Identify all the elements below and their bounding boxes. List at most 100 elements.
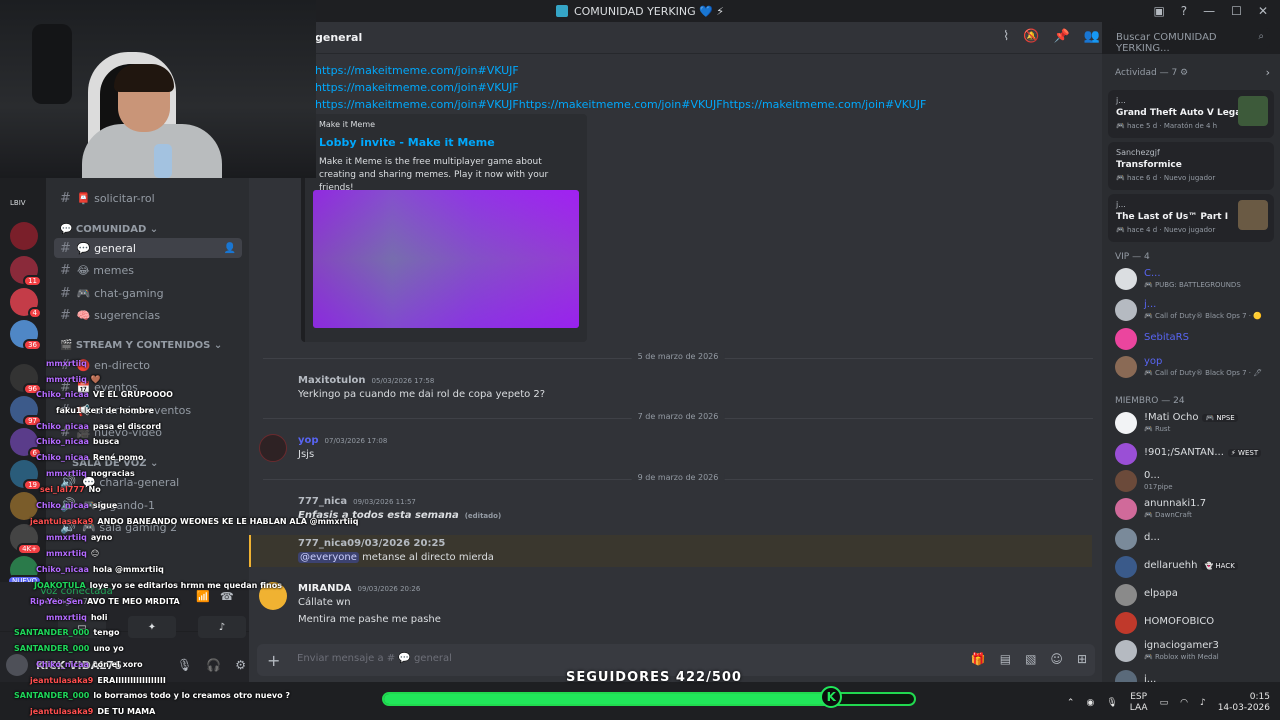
member-row[interactable]: anunnaki1.7 🎮 DawnCraft [1112, 496, 1278, 522]
message-author[interactable]: yop 07/03/2026 17:08 [298, 435, 387, 446]
category-stream[interactable]: 🎬 STREAM Y CONTENIDOS ⌄ [60, 340, 222, 351]
volume-icon[interactable]: ♪ [1200, 698, 1206, 708]
inbox-icon[interactable]: ▣ [1153, 4, 1164, 18]
member-row[interactable]: ignaciogamer3 🎮 Roblox with Medal [1112, 638, 1278, 664]
server-icon-2[interactable]: 11 [10, 256, 42, 287]
display-icon[interactable]: ▭ [1160, 698, 1169, 708]
mic-tray-icon[interactable]: 🎙 [1106, 698, 1117, 708]
server-icon-7[interactable]: 6 [10, 428, 42, 459]
signal-icon[interactable]: 📶 [196, 590, 210, 603]
channel-sugerencias[interactable]: # 🧠 sugerencias [54, 305, 242, 325]
avatar [1115, 268, 1137, 290]
server-icon-8[interactable]: 19 [10, 460, 42, 491]
member-row[interactable]: 0... 017pipe [1112, 468, 1278, 494]
category-comunidad[interactable]: 💬 COMUNIDAD ⌄ [60, 224, 158, 235]
chat-area: general ⌇ 🔕 📌 👥 https://makeitmeme.com/j… [249, 22, 1102, 682]
member-row[interactable]: j... [1112, 668, 1278, 682]
message-link[interactable]: https://makeitmeme.com/join#VKUJF [315, 64, 519, 77]
activity-button[interactable]: ✦ [128, 616, 176, 638]
avatar[interactable] [259, 434, 287, 462]
server-icon-3[interactable]: 4 [10, 288, 42, 319]
chat-user: faku1 [56, 406, 82, 415]
channel-memes[interactable]: # 😂 memes [54, 260, 242, 280]
chevron-up-icon[interactable]: ⌃ [1067, 698, 1075, 708]
sticker-icon[interactable]: ▧ [1025, 652, 1036, 666]
member-row[interactable]: !Mati Ocho 🎮 NPSE 🎮 Rust [1112, 410, 1278, 436]
search-icon[interactable]: ⌕ [1258, 31, 1264, 42]
message-link[interactable]: https://makeitmeme.com/join#VKUJF [315, 81, 519, 94]
activity-card[interactable]: Sanchezgjf Transformice 🎮 hace 6 d · Nue… [1108, 142, 1274, 190]
activity-card[interactable]: j... The Last of Us™ Part I 🎮 hace 4 d ·… [1108, 194, 1274, 242]
clock[interactable]: 0:15 14-03-2026 [1218, 692, 1270, 714]
search-input[interactable]: Buscar COMUNIDAD YERKING... ⌕ [1110, 28, 1270, 54]
microphone-icon[interactable]: 🎙 [177, 658, 192, 672]
everyone-mention[interactable]: @everyone [298, 552, 359, 563]
members-icon[interactable]: 👥 [1084, 29, 1100, 44]
server-icon-9[interactable] [10, 492, 38, 520]
author-name[interactable]: MIRANDA [298, 583, 352, 594]
message-link[interactable]: https://makeitmeme.com/join#VKUJFhttps:/… [315, 98, 926, 111]
embed-title[interactable]: Lobby invite - Make it Meme [319, 136, 495, 149]
member-name: C... [1144, 268, 1161, 279]
server-icon-11[interactable]: NUEVO [7, 556, 42, 587]
message-author[interactable]: 777_nica 09/03/2026 11:57 [298, 496, 416, 507]
author-name[interactable]: 777_nica [298, 496, 347, 507]
wifi-icon[interactable]: ◠ [1180, 698, 1188, 708]
game-thumbnail [1238, 200, 1268, 230]
author-name[interactable]: 777_nica [298, 538, 347, 549]
add-member-icon[interactable]: 👤 [224, 243, 236, 254]
message-author[interactable]: MIRANDA 09/03/2026 20:26 [298, 583, 420, 594]
member-row[interactable]: d... [1112, 526, 1278, 552]
chat-line: mmxrtiiq 🤎 [46, 375, 101, 384]
member-row[interactable]: SebitaRS [1112, 326, 1278, 352]
embed-image[interactable] [313, 190, 579, 328]
member-row[interactable]: j... 🎮 Call of Duty® Black Ops 7 · 🟡 [1112, 297, 1278, 323]
plus-icon[interactable]: + [267, 651, 280, 670]
avatar[interactable] [6, 654, 28, 676]
message-author[interactable]: 777_nica09/03/2026 20:25 [298, 538, 445, 549]
member-sidebar: Actividad — 7 ⚙ › j... Grand Theft Auto … [1102, 54, 1280, 682]
emoji-icon[interactable]: ☺ [1050, 652, 1063, 666]
member-row[interactable]: dellaruehh 👻 HACK [1112, 554, 1278, 580]
threads-icon[interactable]: ⌇ [1003, 29, 1009, 44]
avatar [1115, 528, 1137, 550]
channel-chat-gaming[interactable]: # 🎮 chat-gaming [54, 283, 242, 303]
gif-icon[interactable]: ▤ [1000, 652, 1011, 666]
author-name[interactable]: Maxitotulon [298, 375, 366, 386]
disconnect-icon[interactable]: ☎ [220, 590, 234, 603]
water-bottle [154, 144, 172, 178]
activity-header[interactable]: Actividad — 7 ⚙ [1115, 68, 1188, 78]
member-row[interactable]: yop 🎮 Call of Duty® Black Ops 7 · 🖊 [1112, 354, 1278, 380]
message-text: Cállate wn [298, 597, 351, 608]
member-row[interactable]: !901;/SANTAN... ⚡ WEST [1112, 441, 1278, 467]
maximize-button[interactable]: ☐ [1231, 4, 1242, 18]
mute-icon[interactable]: 🔕 [1023, 29, 1039, 44]
pin-icon[interactable]: 📌 [1054, 29, 1070, 44]
language-indicator[interactable]: ESP LAA [1130, 692, 1148, 714]
channel-general[interactable]: # 💬 general 👤 [54, 238, 242, 258]
server-icon-1[interactable] [10, 222, 38, 250]
message-author[interactable]: Maxitotulon 05/03/2026 17:58 [298, 375, 434, 386]
minimize-button[interactable]: — [1203, 4, 1215, 18]
server-icon-5[interactable]: 96 [10, 364, 42, 395]
composer-placeholder[interactable]: Enviar mensaje a # 💬 general [297, 653, 452, 664]
network-icon[interactable]: ◉ [1086, 698, 1094, 708]
member-name: ignaciogamer3 [1144, 640, 1219, 651]
server-icon-6[interactable]: 97 [10, 396, 42, 427]
activity-card[interactable]: j... Grand Theft Auto V Legacy 🎮 hace 5 … [1108, 90, 1274, 138]
author-name[interactable]: yop [298, 435, 319, 446]
member-row[interactable]: C... 🎮 PUBG: BATTLEGROUNDS [1112, 266, 1278, 292]
gift-icon[interactable]: 🎁 [971, 652, 986, 666]
member-row[interactable]: elpapa [1112, 582, 1278, 608]
apps-icon[interactable]: ⊞ [1077, 652, 1087, 666]
server-icon-10[interactable]: 4K+ [10, 524, 42, 555]
settings-icon[interactable]: ⚙ [235, 658, 246, 672]
soundboard-button[interactable]: ♪ [198, 616, 246, 638]
chevron-right-icon[interactable]: › [1266, 66, 1270, 79]
member-row[interactable]: HOMOFOBICO [1112, 610, 1278, 636]
close-button[interactable]: ✕ [1258, 4, 1268, 18]
help-icon[interactable]: ? [1181, 4, 1187, 18]
channel-solicitar-rol[interactable]: # 📮 solicitar-rol [54, 188, 242, 208]
server-icon-4[interactable]: 36 [10, 320, 42, 351]
headphones-icon[interactable]: 🎧 [206, 658, 221, 672]
